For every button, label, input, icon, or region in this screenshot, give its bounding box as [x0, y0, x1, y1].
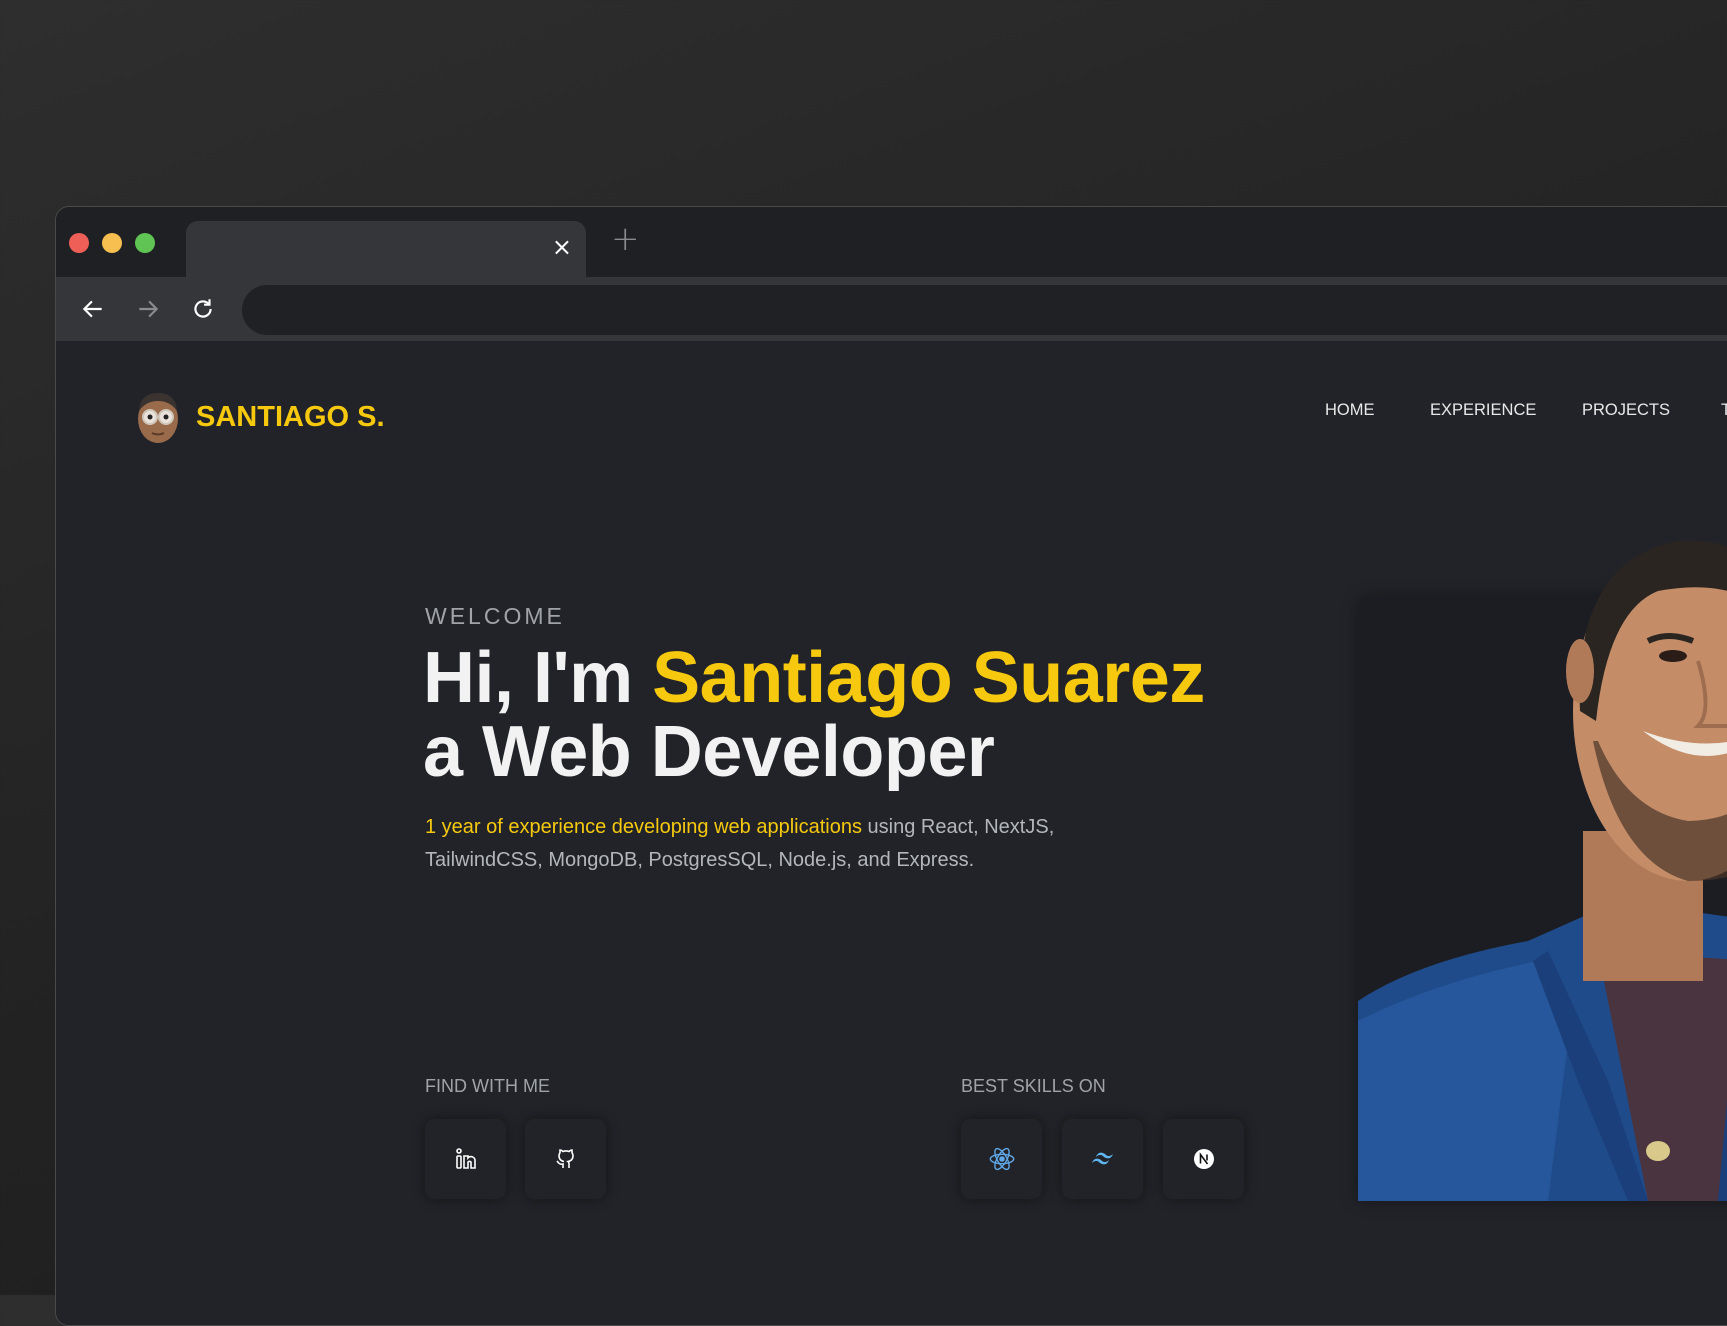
brand-logo[interactable]: SANTIAGO S. — [134, 389, 385, 445]
github-icon — [555, 1149, 574, 1168]
new-tab-button[interactable]: + — [611, 219, 640, 259]
minimize-window-button[interactable] — [102, 233, 122, 253]
hero-title-name: Santiago Suarez — [652, 638, 1205, 718]
react-icon — [989, 1147, 1014, 1171]
nav-home[interactable]: HOME — [1325, 401, 1375, 420]
linkedin-button[interactable] — [425, 1119, 506, 1199]
tailwind-skill[interactable] — [1062, 1119, 1143, 1199]
close-window-button[interactable] — [69, 233, 89, 253]
tab-close-icon[interactable]: × — [552, 233, 572, 261]
memoji-avatar-icon — [138, 393, 178, 443]
nav-experience[interactable]: EXPERIENCE — [1430, 401, 1536, 420]
nav-truncated[interactable]: T — [1721, 401, 1727, 420]
reload-icon — [194, 299, 212, 318]
github-button[interactable] — [525, 1119, 606, 1199]
nextjs-icon — [1193, 1149, 1214, 1169]
welcome-eyebrow: WELCOME — [425, 603, 565, 629]
find-with-me-label: FIND WITH ME — [425, 1076, 550, 1096]
tailwind-icon — [1091, 1152, 1113, 1165]
hero-title-line2: a Web Developer — [423, 712, 995, 792]
nextjs-skill[interactable] — [1163, 1119, 1244, 1199]
page-content: SANTIAGO S. HOME EXPERIENCE PROJECTS T W… — [56, 341, 1727, 1325]
tab-bar: × + — [56, 207, 1727, 277]
reload-button[interactable] — [183, 289, 223, 329]
arrow-right-icon — [139, 300, 159, 318]
browser-window: × + SANTIAGO S. HOME EXPERIENCE PROJECTS… — [55, 206, 1727, 1326]
address-bar[interactable] — [242, 285, 1727, 335]
maximize-window-button[interactable] — [135, 233, 155, 253]
hero-title-prefix: Hi, I'm — [423, 638, 653, 718]
browser-tab[interactable]: × — [186, 221, 586, 277]
browser-toolbar — [56, 277, 1727, 341]
arrow-left-icon — [82, 300, 102, 318]
hero-description: 1 year of experience developing web appl… — [425, 811, 1165, 877]
hero-description-highlight: 1 year of experience developing web appl… — [425, 816, 862, 838]
back-button[interactable] — [73, 289, 113, 329]
linkedin-icon — [455, 1148, 476, 1169]
hero-title: Hi, I'm Santiago Suarez a Web Developer — [423, 641, 1205, 789]
nav-projects[interactable]: PROJECTS — [1582, 401, 1670, 420]
react-skill[interactable] — [961, 1119, 1042, 1199]
best-skills-label: BEST SKILLS ON — [961, 1076, 1106, 1096]
portrait-photo — [1358, 540, 1727, 1201]
forward-button[interactable] — [128, 289, 168, 329]
brand-name: SANTIAGO S. — [196, 400, 385, 433]
